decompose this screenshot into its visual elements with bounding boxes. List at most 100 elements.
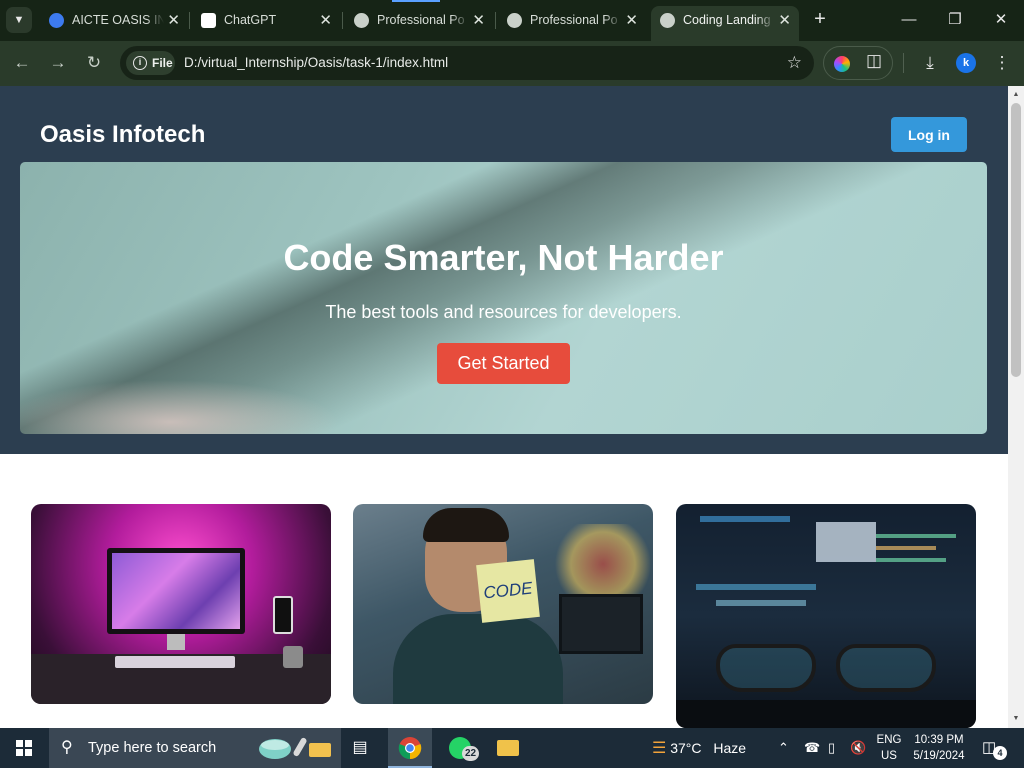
close-icon[interactable]: ✕ [625,6,638,35]
close-window-button[interactable]: ✕ [978,8,1024,32]
site-header: Oasis Infotech Log in Code Smarter, Not … [0,86,1008,454]
minimize-button[interactable]: — [886,8,932,32]
new-tab-button[interactable]: + [808,7,832,33]
chrome-taskbar-icon[interactable] [388,728,432,768]
download-icon[interactable]: ⤓ [918,50,942,76]
folder-icon [497,739,519,756]
code-line [876,558,946,562]
language-indicator[interactable]: ENG US [874,732,904,764]
hair-shape [423,508,509,542]
monitor-stand [167,634,185,650]
address-bar[interactable]: i File D:/virtual_Internship/Oasis/task-… [120,46,814,80]
profile-avatar[interactable]: k [956,53,976,73]
code-line [716,600,806,606]
whatsapp-taskbar-icon[interactable]: 22 [438,728,482,768]
mug-shape [283,646,303,668]
loading-indicator [392,0,440,2]
globe-icon [660,13,675,28]
site-info-chip[interactable]: i File [126,51,175,75]
close-icon[interactable]: ✕ [167,6,180,35]
weather-temp: 37°C [670,740,702,756]
browser-menu-icon[interactable]: ⋮ [992,50,1012,76]
page-viewport: Oasis Infotech Log in Code Smarter, Not … [0,86,1008,728]
tray-overflow-chevron-icon[interactable]: ⌃ [778,728,789,768]
tab-coding-landing[interactable]: Coding Landing ✕ [651,6,799,41]
glasses-left-lens [716,644,816,692]
tab-divider [495,12,496,29]
battery-icon[interactable]: ▯ [828,728,835,768]
close-icon[interactable]: ✕ [472,6,485,35]
language-code: ENG [876,734,902,746]
sticky-note: CODE [476,559,540,623]
region-code: US [881,750,897,762]
background-map-shape [553,524,653,604]
close-icon[interactable]: ✕ [319,6,332,35]
scrollbar-thumb[interactable] [1011,103,1021,377]
desk-surface [676,700,976,728]
tab-search-button[interactable]: ▼ [6,7,32,33]
tab-divider [189,12,190,29]
hero-banner: Code Smarter, Not Harder The best tools … [20,162,987,434]
weather-widget[interactable]: ☰ 37°C Haze [652,728,746,768]
notification-center-icon[interactable]: ◫ 4 [982,738,1007,760]
clock-time: 10:39 PM [914,734,964,746]
color-picker-extension-icon[interactable] [834,56,850,72]
search-highlight-art [259,737,331,759]
restore-button[interactable]: ❐ [932,8,978,32]
back-button[interactable]: ← [8,50,36,76]
code-line [700,516,790,522]
windows-taskbar: ⚲ Type here to search ▤ 22 ☰ 37°C Haze ⌃… [0,728,1024,768]
login-button[interactable]: Log in [891,117,967,152]
notification-count: 4 [993,746,1007,760]
tab-title: AICTE OASIS IN [72,6,164,35]
task-view-icon[interactable]: ▤ [338,728,382,768]
hero-subtitle: The best tools and resources for develop… [325,302,682,322]
aicte-favicon [49,13,64,28]
monitor-shape [107,548,245,634]
network-icon[interactable]: ☎ [804,728,820,768]
browser-tab-strip: ▼ AICTE OASIS IN ✕ ChatGPT ✕ Professiona… [0,0,1024,41]
phone-shape [273,596,293,634]
keyboard-shape [115,656,235,668]
code-line [696,584,816,590]
taskbar-search[interactable]: ⚲ Type here to search [49,728,341,768]
forward-button[interactable]: → [44,50,72,76]
windows-start-icon[interactable] [16,740,32,756]
close-icon[interactable]: ✕ [778,6,791,35]
globe-icon [354,13,369,28]
whatsapp-badge: 22 [462,746,480,761]
page-scrollbar[interactable]: ▲ ▼ [1008,86,1024,728]
file-explorer-taskbar-icon[interactable] [486,728,530,768]
tab-professional-2[interactable]: Professional Po ✕ [498,6,646,35]
scroll-down-arrow[interactable]: ▼ [1008,712,1024,726]
card-image-code-glasses[interactable] [676,504,976,728]
url-text[interactable]: D:/virtual_Internship/Oasis/task-1/index… [184,46,448,80]
tab-professional-1[interactable]: Professional Po ✕ [345,6,493,35]
get-started-button[interactable]: Get Started [437,343,570,384]
tab-chatgpt[interactable]: ChatGPT ✕ [192,6,340,35]
haze-icon: ☰ [652,740,667,757]
brand-logo-text[interactable]: Oasis Infotech [40,121,205,149]
glasses-right-lens [836,644,936,692]
reload-button[interactable]: ↻ [80,50,108,76]
scheme-label: File [152,56,173,70]
clock-date: 5/19/2024 [913,750,965,762]
extensions-puzzle-icon[interactable]: ◫ [866,51,882,71]
tab-title: Coding Landing [683,6,775,35]
extensions-group: ◫ [823,46,893,80]
code-line [876,546,936,550]
toolbar-divider [903,53,904,73]
bookmark-star-icon[interactable]: ☆ [787,46,802,80]
scroll-up-arrow[interactable]: ▲ [1008,88,1024,102]
volume-muted-icon[interactable]: 🔇 [850,728,866,768]
card-image-desk-setup[interactable] [31,504,331,704]
card-image-code-note[interactable]: CODE [353,504,653,704]
chrome-icon [398,737,422,760]
tab-title: Professional Po [377,6,469,35]
tab-aicte[interactable]: AICTE OASIS IN ✕ [40,6,188,35]
tab-title: Professional Po [530,6,622,35]
browser-toolbar: ← → ↻ i File D:/virtual_Internship/Oasis… [0,41,1024,86]
search-placeholder: Type here to search [88,740,217,756]
chatgpt-favicon [201,13,216,28]
system-clock[interactable]: 10:39 PM 5/19/2024 [910,732,968,764]
